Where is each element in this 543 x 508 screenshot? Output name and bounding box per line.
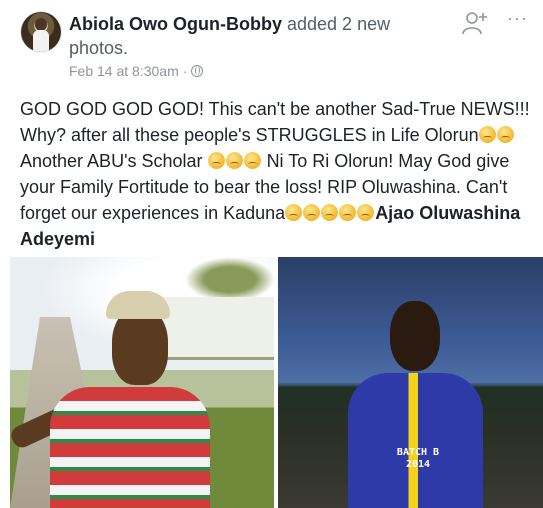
sad-emoji-icon [496,126,514,143]
avatar-body [33,30,49,52]
photo-1-wall [160,297,274,360]
photo-1-cap [106,291,170,319]
crying-emoji-icon [321,204,339,221]
crying-emoji-icon [303,204,321,221]
author-avatar[interactable] [21,12,61,52]
crying-emoji-icon [285,204,303,221]
photo-2-jersey [348,373,483,508]
post-text-line-2: Another ABU's Scholar [20,151,203,171]
crying-emoji-icon [225,152,243,169]
sad-emoji-icon [478,126,496,143]
post-text-line-1: GOD GOD GOD GOD! This can't be another S… [20,99,530,145]
jersey-text-line-2: 2014 [405,459,431,470]
crying-emoji-icon [357,204,375,221]
photo-2[interactable]: BATCH B 2014 [278,257,543,508]
photo-grid: BATCH B 2014 [10,257,543,508]
globe-icon[interactable] [191,65,204,77]
post-meta: Feb 14 at 8:30am · [69,63,204,79]
photo-1-tree [185,257,274,302]
photo-1[interactable] [10,257,274,508]
post-header: Abiola Owo Ogun-Bobby added 2 new photos… [0,0,543,90]
meta-separator: · [182,63,188,79]
author-name-link[interactable]: Abiola Owo Ogun-Bobby [69,14,282,34]
more-options-icon[interactable]: ··· [507,8,528,29]
post-body-text: GOD GOD GOD GOD! This can't be another S… [20,96,535,252]
photo-1-striped-shirt [50,387,210,508]
photo-2-face [390,301,440,371]
crying-emoji-icon [207,152,225,169]
crying-emoji-icon [339,204,357,221]
photo-2-jersey-text: BATCH B 2014 [388,447,448,471]
crying-emoji-icon [243,152,261,169]
post-timestamp[interactable]: Feb 14 at 8:30am [69,63,179,79]
jersey-text-line-1: BATCH B [396,447,440,458]
post-headline: Abiola Owo Ogun-Bobby added 2 new photos… [69,12,449,60]
add-friend-icon[interactable] [462,10,488,36]
